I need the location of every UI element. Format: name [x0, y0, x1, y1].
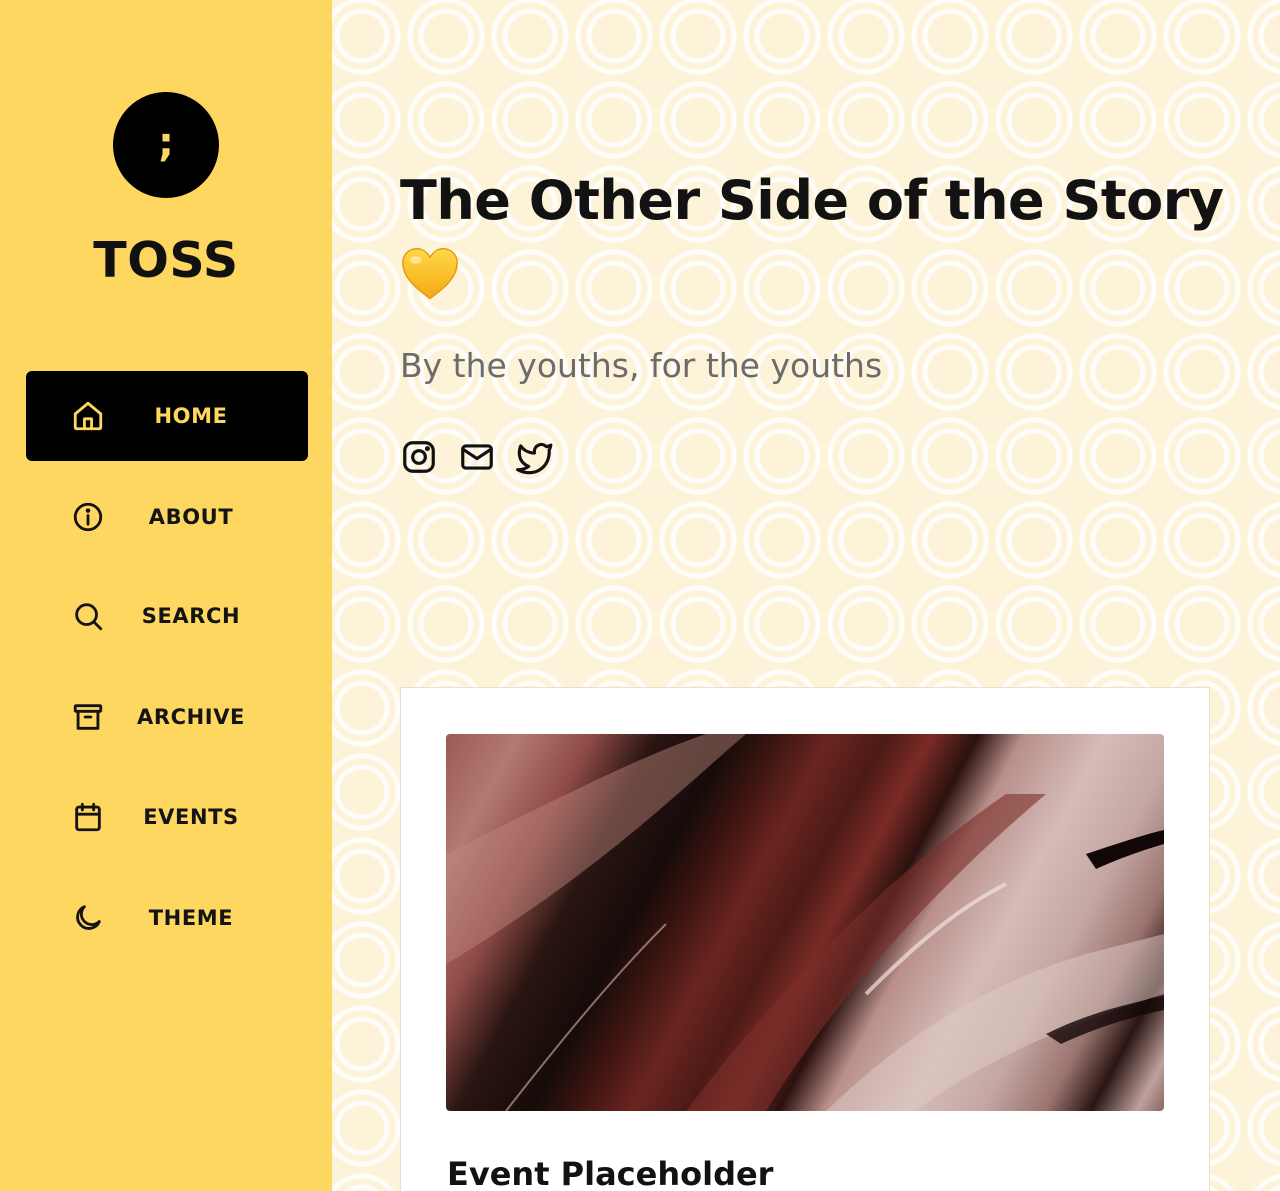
instagram-icon[interactable] [400, 438, 438, 476]
search-icon [70, 598, 106, 634]
yellow-heart-icon [402, 247, 458, 300]
site-brand[interactable]: TOSS [0, 232, 332, 289]
moon-icon [70, 900, 106, 936]
mail-icon[interactable] [458, 438, 496, 476]
nav-item-archive[interactable]: ARCHIVE [26, 672, 308, 762]
nav-label: ABOUT [148, 505, 234, 529]
sidebar: ; TOSS HOME ABOUT SEARCH ARCHIVE EVENTS … [0, 0, 332, 1191]
post-cover-image[interactable] [446, 734, 1164, 1111]
social-links [400, 438, 554, 476]
post-card[interactable]: Event Placeholder [400, 687, 1210, 1191]
site-tagline: By the youths, for the youths [400, 346, 883, 385]
page-title: The Other Side of the Story [400, 164, 1240, 304]
calendar-icon [70, 799, 106, 835]
logo-glyph: ; [158, 120, 174, 166]
nav-label: THEME [148, 906, 234, 930]
site-logo[interactable]: ; [113, 92, 219, 198]
page-title-text: The Other Side of the Story [400, 169, 1224, 232]
home-icon [70, 398, 106, 434]
nav-label: HOME [154, 404, 228, 428]
info-icon [70, 499, 106, 535]
nav-item-search[interactable]: SEARCH [26, 571, 308, 661]
nav-item-home[interactable]: HOME [26, 371, 308, 461]
nav-label: ARCHIVE [136, 705, 246, 729]
post-title[interactable]: Event Placeholder [447, 1155, 773, 1191]
archive-icon [70, 699, 106, 735]
nav-item-about[interactable]: ABOUT [26, 472, 308, 562]
nav-label: SEARCH [141, 604, 241, 628]
main-content: The Other Side of the Story By the youth… [332, 0, 1280, 1191]
nav-item-theme[interactable]: THEME [26, 873, 308, 963]
twitter-icon[interactable] [516, 438, 554, 476]
nav-label: EVENTS [143, 805, 239, 829]
nav-item-events[interactable]: EVENTS [26, 772, 308, 862]
